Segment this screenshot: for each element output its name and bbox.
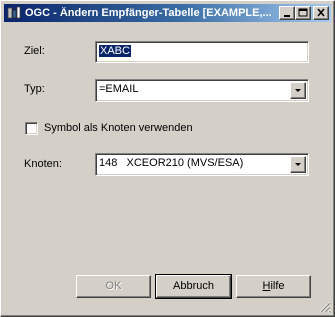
close-icon: [317, 8, 325, 17]
typ-label: Typ:: [24, 83, 45, 95]
typ-dropdown-button[interactable]: [290, 82, 306, 99]
title-bar[interactable]: OGC - Ändern Empfänger-Tabelle [EXAMPLE,…: [4, 4, 331, 22]
knoten-value: 148 XCEOR210 (MVS/ESA): [99, 157, 244, 169]
ziel-input[interactable]: XABC: [95, 41, 309, 63]
minimize-button[interactable]: [279, 6, 295, 20]
maximize-button[interactable]: [295, 6, 311, 20]
symbol-checkbox[interactable]: [25, 122, 38, 135]
dialog-window: OGC - Ändern Empfänger-Tabelle [EXAMPLE,…: [0, 0, 335, 317]
ziel-value: XABC: [99, 45, 131, 57]
abbruch-button[interactable]: Abbruch: [155, 274, 232, 299]
hilfe-button[interactable]: Hilfe: [236, 275, 311, 298]
maximize-icon: [298, 8, 308, 17]
knoten-label: Knoten:: [24, 158, 62, 170]
ok-button[interactable]: OK: [76, 275, 151, 298]
close-button[interactable]: [313, 6, 329, 20]
resize-grip-icon[interactable]: [319, 301, 331, 313]
ziel-label: Ziel:: [24, 45, 45, 57]
knoten-select[interactable]: 148 XCEOR210 (MVS/ESA): [95, 153, 309, 176]
minimize-icon: [284, 15, 290, 17]
typ-value: =EMAIL: [99, 83, 139, 95]
knoten-dropdown-button[interactable]: [290, 156, 306, 173]
symbol-checkbox-label[interactable]: Symbol als Knoten verwenden: [44, 122, 193, 134]
typ-select[interactable]: =EMAIL: [95, 79, 309, 102]
app-icon: [7, 6, 21, 20]
